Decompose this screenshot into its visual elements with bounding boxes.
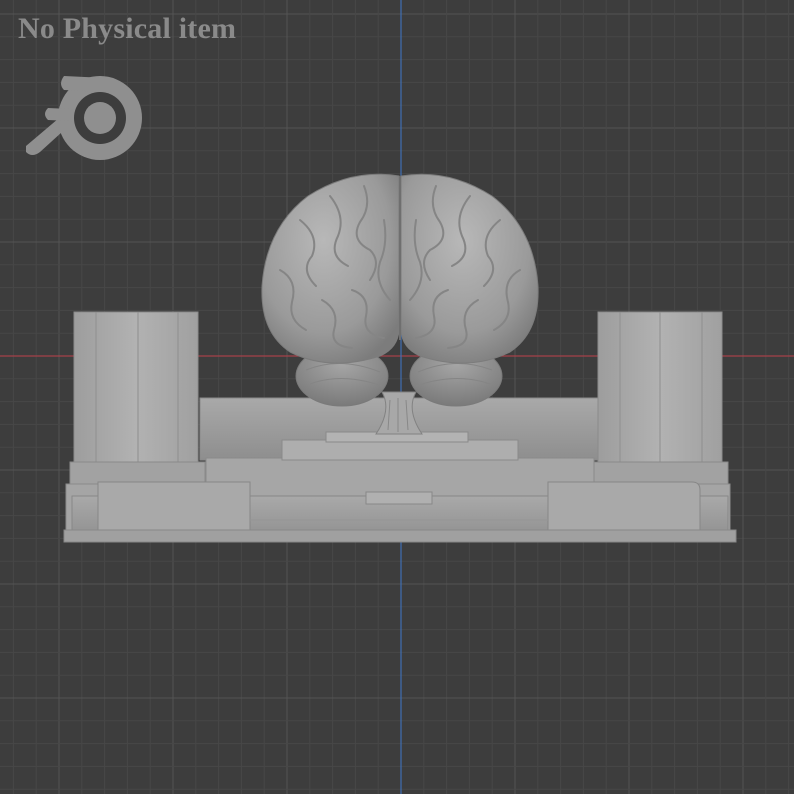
front-slot [365, 491, 433, 505]
watermark-text: No Physical item [18, 12, 237, 45]
blender-logo-icon [26, 76, 142, 160]
3d-viewport[interactable]: No Physical item [0, 0, 794, 794]
top-step [281, 439, 519, 461]
